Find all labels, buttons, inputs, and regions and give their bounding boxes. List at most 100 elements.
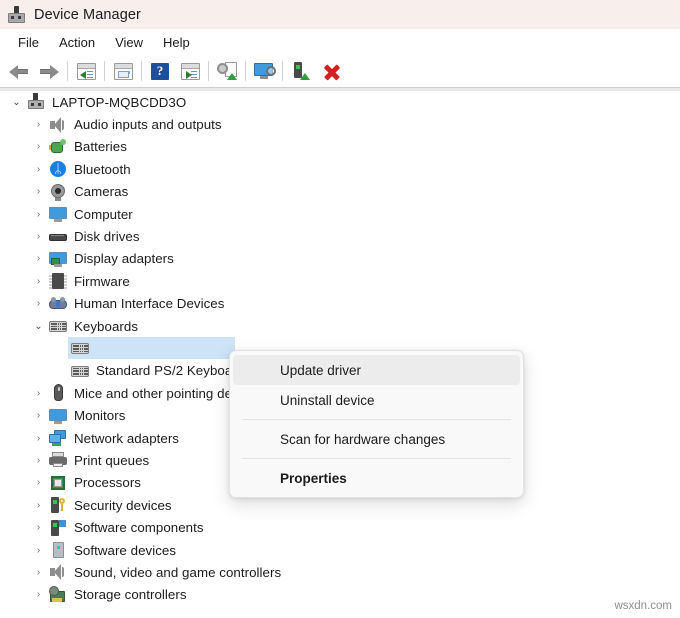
show-hide-console-tree-button[interactable] [108, 57, 138, 85]
back-arrow-icon [9, 64, 29, 79]
uninstall-device-button[interactable] [316, 57, 346, 85]
tree-item[interactable]: › Storage controllers [0, 584, 680, 606]
tree-item-label: Sound, video and game controllers [74, 564, 282, 580]
battery-icon [47, 137, 69, 157]
chevron-right-icon[interactable]: › [30, 517, 47, 539]
chevron-right-icon[interactable]: › [30, 248, 47, 270]
chevron-right-icon[interactable]: › [30, 449, 47, 471]
menu-bar: File Action View Help [0, 29, 680, 55]
forward-arrow-icon [39, 64, 59, 79]
hid-gamepad-icon [47, 294, 69, 314]
chevron-down-icon[interactable]: ⌄ [8, 91, 25, 113]
menu-file[interactable]: File [9, 32, 50, 53]
enable-device-icon [292, 62, 310, 80]
tree-item[interactable]: › Sound, video and game controllers [0, 561, 680, 583]
chevron-right-icon[interactable]: › [30, 561, 47, 583]
tree-item-label: Keyboards [74, 318, 139, 334]
chevron-right-icon[interactable]: › [30, 203, 47, 225]
speaker-icon [47, 115, 69, 135]
chevron-none [52, 337, 69, 359]
context-menu-separator [242, 458, 511, 459]
tree-item[interactable]: › Firmware [0, 270, 680, 292]
chevron-right-icon[interactable]: › [30, 584, 47, 606]
tree-item[interactable]: › ᛦ Bluetooth [0, 158, 680, 180]
properties-button[interactable] [175, 57, 205, 85]
tree-item-label: Monitors [74, 408, 126, 424]
update-driver-icon [217, 62, 237, 80]
chevron-right-icon[interactable]: › [30, 158, 47, 180]
keyboard-icon [47, 316, 69, 336]
tree-item-label: Firmware [74, 273, 130, 289]
printer-icon [47, 450, 69, 470]
tree-item-label: Human Interface Devices [74, 296, 225, 312]
software-component-icon [47, 518, 69, 538]
chevron-right-icon[interactable]: › [30, 226, 47, 248]
tree-item[interactable]: › Cameras [0, 181, 680, 203]
tree-item-label: Print queues [74, 452, 150, 468]
tree-item-label: Storage controllers [74, 587, 187, 603]
display-adapter-icon [47, 249, 69, 269]
ctx-uninstall-device[interactable]: Uninstall device [233, 385, 520, 415]
tree-item-label: Network adapters [74, 430, 180, 446]
tree-item[interactable]: › Software components [0, 516, 680, 538]
disk-drive-icon [47, 227, 69, 247]
security-device-icon [47, 495, 69, 515]
tree-item[interactable]: › Human Interface Devices [0, 293, 680, 315]
chevron-right-icon[interactable]: › [30, 494, 47, 516]
chevron-right-icon[interactable]: › [30, 405, 47, 427]
toolbar-separator [141, 61, 142, 81]
chevron-none [52, 360, 69, 382]
scan-hardware-changes-button[interactable] [249, 57, 279, 85]
ctx-properties[interactable]: Properties [233, 463, 520, 493]
chevron-right-icon[interactable]: › [30, 181, 47, 203]
menu-action[interactable]: Action [50, 32, 106, 53]
enable-device-button[interactable] [286, 57, 316, 85]
chevron-right-icon[interactable]: › [30, 293, 47, 315]
toolbar-separator [245, 61, 246, 81]
tree-item[interactable]: › Software devices [0, 539, 680, 561]
help-button[interactable]: ? [145, 57, 175, 85]
tree-item[interactable]: › Display adapters [0, 248, 680, 270]
keyboard-icon [69, 338, 91, 358]
toolbar-separator [67, 61, 68, 81]
firmware-chip-icon [47, 271, 69, 291]
forward-button[interactable] [34, 57, 64, 85]
chevron-right-icon[interactable]: › [30, 270, 47, 292]
up-one-level-button[interactable] [71, 57, 101, 85]
chevron-right-icon[interactable]: › [30, 114, 47, 136]
toolbar-separator [282, 61, 283, 81]
context-menu[interactable]: Update driver Uninstall device Scan for … [229, 350, 524, 498]
tree-item-label: Processors [74, 475, 142, 491]
properties-window-icon [180, 62, 200, 80]
chevron-right-icon[interactable]: › [30, 472, 47, 494]
chevron-right-icon[interactable]: › [30, 382, 47, 404]
tree-item[interactable]: ⌄ Keyboards [0, 315, 680, 337]
ctx-scan-hardware-changes[interactable]: Scan for hardware changes [233, 424, 520, 454]
tree-item[interactable]: › Computer [0, 203, 680, 225]
toolbar-separator [104, 61, 105, 81]
device-manager-window: Device Manager File Action View Help ? ⌄… [0, 0, 680, 618]
watermark: wsxdn.com [614, 600, 672, 612]
chevron-down-icon[interactable]: ⌄ [30, 315, 47, 337]
chevron-right-icon[interactable]: › [30, 136, 47, 158]
tree-item-label: Security devices [74, 497, 172, 513]
tree-item[interactable]: ⌄ LAPTOP-MQBCDD3O [0, 91, 680, 113]
tree-item[interactable]: › Disk drives [0, 225, 680, 247]
chevron-right-icon[interactable]: › [30, 539, 47, 561]
toolbar: ? [0, 55, 680, 88]
menu-view[interactable]: View [106, 32, 154, 53]
monitor-icon [47, 406, 69, 426]
chevron-right-icon[interactable]: › [30, 427, 47, 449]
tree-item-label: Software devices [74, 542, 177, 558]
menu-help[interactable]: Help [154, 32, 201, 53]
ctx-update-driver[interactable]: Update driver [233, 355, 520, 385]
help-question-icon: ? [151, 62, 169, 80]
network-adapter-icon [47, 428, 69, 448]
back-button[interactable] [4, 57, 34, 85]
window-title: Device Manager [34, 6, 141, 23]
tree-item[interactable]: › Batteries [0, 136, 680, 158]
tree-item-label: Standard PS/2 Keyboard [96, 363, 245, 379]
update-driver-button[interactable] [212, 57, 242, 85]
tree-item[interactable]: › Audio inputs and outputs [0, 113, 680, 135]
tree-item-label: Display adapters [74, 251, 174, 267]
